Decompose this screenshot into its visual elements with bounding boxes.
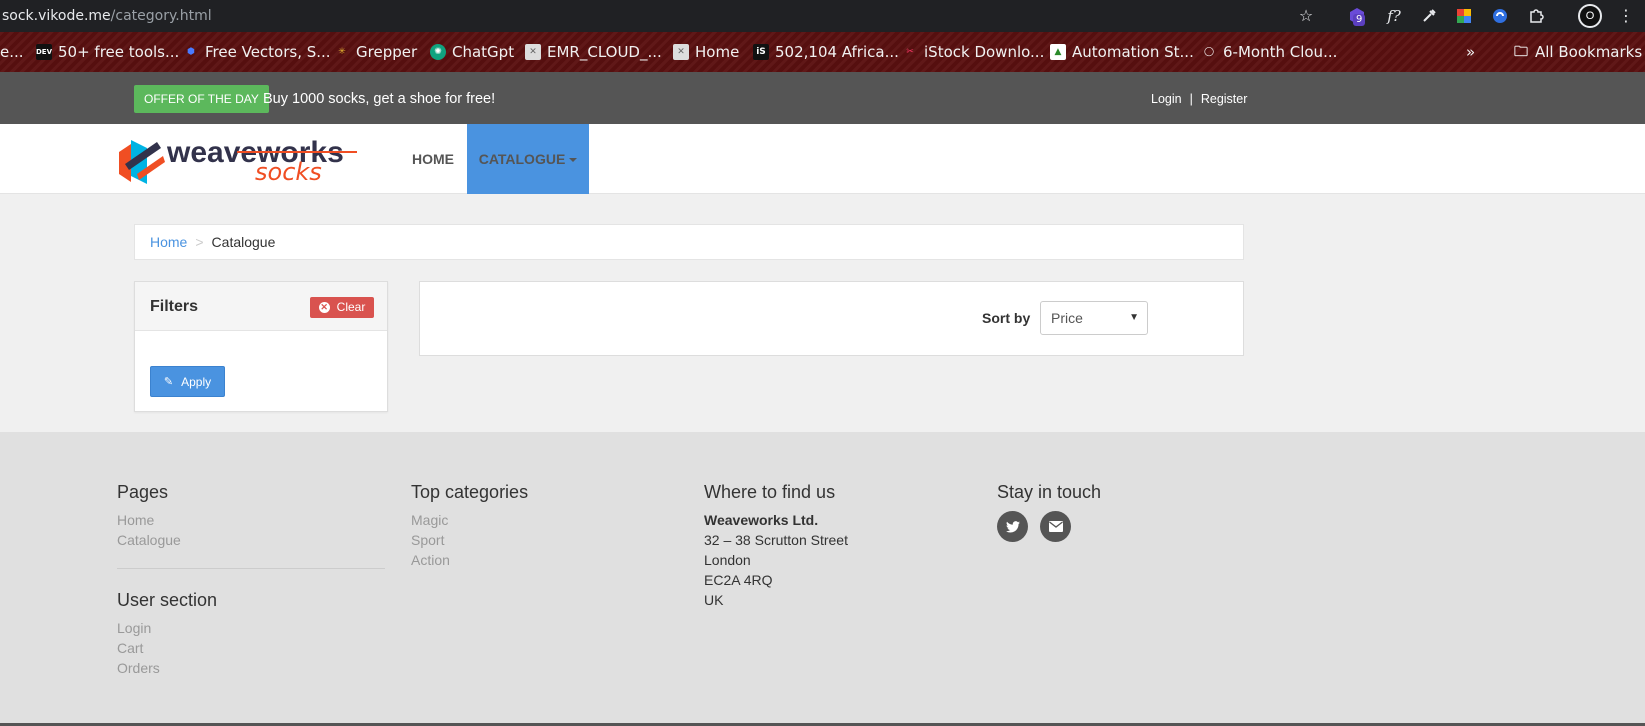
extension-badge: 9	[1353, 14, 1366, 26]
footer-stay-title: Stay in touch	[997, 482, 1102, 502]
extensions-puzzle-icon[interactable]	[1524, 4, 1548, 28]
envelope-icon[interactable]	[1040, 511, 1071, 542]
more-bookmarks-button[interactable]: »	[1466, 42, 1475, 62]
footer-categories-title: Top categories	[411, 482, 529, 502]
sort-panel: Sort by Price ▼	[419, 281, 1244, 356]
chatgpt-icon: ✺	[430, 44, 446, 60]
bookmark-item[interactable]: ⬢ Free Vectors, S...	[183, 42, 331, 62]
bookmark-item[interactable]: ▲ Automation St...	[1050, 42, 1194, 62]
footer: Pages Home Catalogue User section Login …	[0, 432, 1645, 723]
grepper-icon: ✳	[338, 47, 346, 57]
footer-orders-link[interactable]: Orders	[117, 658, 385, 678]
clear-label: Clear	[336, 300, 366, 314]
footer-user-section-title: User section	[117, 590, 218, 610]
footer-social-column: Stay in touch	[997, 480, 1101, 542]
company-name: Weaveworks Ltd.	[704, 512, 819, 528]
broken-page-icon: ✕	[673, 44, 689, 60]
logo-mark-icon: weaveworks socks	[119, 136, 357, 186]
address-line: 32 – 38 Scrutton Street	[704, 532, 848, 548]
freevectors-icon: ⬢	[187, 47, 195, 57]
footer-category-magic-link[interactable]: Magic	[411, 510, 528, 530]
bookmark-item[interactable]: e...	[0, 42, 24, 62]
footer-cart-link[interactable]: Cart	[117, 638, 385, 658]
filters-header: Filters ✕ Clear	[135, 282, 387, 331]
footer-categories-column: Top categories Magic Sport Action	[411, 480, 528, 570]
footer-catalogue-link[interactable]: Catalogue	[117, 530, 385, 550]
filters-panel: Filters ✕ Clear ✎ Apply	[134, 281, 388, 412]
logo-word-socks: socks	[255, 158, 322, 186]
link-separator: |	[1189, 92, 1193, 106]
bookmark-item[interactable]: iS 502,104 Africa...	[753, 42, 899, 62]
address-line: London	[704, 552, 751, 568]
twitter-icon[interactable]	[997, 511, 1028, 542]
content-area: Home > Catalogue Filters ✕ Clear ✎ Apply Sor…	[0, 194, 1645, 432]
footer-divider	[117, 568, 385, 569]
folder-icon: 🗀	[1514, 44, 1528, 60]
bookmark-item[interactable]: ✳ Grepper	[334, 42, 417, 62]
bookmark-item[interactable]: DEV 50+ free tools...	[36, 42, 179, 62]
bookmark-item[interactable]: ◯ 6-Month Clou...	[1201, 42, 1337, 62]
login-link[interactable]: Login	[1151, 92, 1182, 106]
all-bookmarks-button[interactable]: 🗀 All Bookmarks	[1513, 42, 1642, 62]
times-circle-icon: ✕	[318, 302, 330, 313]
sort-label: Sort by	[982, 310, 1031, 326]
sync-extension-icon[interactable]	[1488, 4, 1512, 28]
caret-down-icon	[569, 158, 578, 163]
footer-pages-column: Pages Home Catalogue User section Login …	[117, 480, 385, 678]
offer-text: Buy 1000 socks, get a shoe for free!	[263, 91, 496, 107]
offer-badge: OFFER OF THE DAY	[134, 85, 269, 113]
address-bar[interactable]: sock.vikode.me/category.html	[2, 7, 212, 25]
browser-url-bar: sock.vikode.me/category.html ☆ 9 f? O ⋮	[0, 0, 1645, 32]
bookmark-item[interactable]: ✕ Home	[673, 42, 739, 62]
url-path: /category.html	[110, 8, 212, 24]
eyedropper-icon[interactable]	[1417, 4, 1441, 28]
breadcrumb-home-link[interactable]: Home	[150, 234, 187, 250]
nav-home[interactable]: HOME	[398, 124, 468, 194]
profile-avatar[interactable]: O	[1578, 4, 1602, 28]
chevron-down-icon: ▼	[1129, 312, 1139, 323]
account-links: Login | Register	[1151, 90, 1247, 108]
main-navbar: weaveworks socks HOME CATALOGUE	[0, 124, 1645, 194]
footer-pages-title: Pages	[117, 482, 169, 502]
bookmarks-bar: e... DEV 50+ free tools... ⬢ Free Vectors,…	[0, 32, 1645, 72]
footer-home-link[interactable]: Home	[117, 510, 385, 530]
breadcrumb-separator: >	[195, 234, 204, 250]
offer-topbar: OFFER OF THE DAY Buy 1000 socks, get a s…	[0, 72, 1645, 124]
apply-label: Apply	[181, 374, 212, 389]
footer-category-action-link[interactable]: Action	[411, 550, 528, 570]
pencil-icon: ✎	[163, 376, 174, 388]
footer-where-title: Where to find us	[704, 482, 836, 502]
footer-category-sport-link[interactable]: Sport	[411, 530, 528, 550]
sort-selected-value: Price	[1051, 310, 1083, 326]
bookmark-item[interactable]: ✕ EMR_CLOUD_...	[525, 42, 662, 62]
breadcrumb-current: Catalogue	[211, 234, 276, 250]
apply-filters-button[interactable]: ✎ Apply	[150, 366, 225, 397]
weaveworks-socks-logo[interactable]: weaveworks socks	[117, 134, 357, 186]
clear-filters-button[interactable]: ✕ Clear	[310, 297, 374, 318]
sort-select[interactable]: Price ▼	[1040, 301, 1148, 335]
circle-icon: ◯	[1203, 47, 1215, 57]
footer-login-link[interactable]: Login	[117, 618, 385, 638]
dev-icon: DEV	[36, 44, 52, 60]
filters-title: Filters	[150, 298, 199, 315]
nav-catalogue-dropdown[interactable]: CATALOGUE	[467, 124, 589, 194]
url-host: sock.vikode.me	[2, 8, 111, 24]
function-extension-icon[interactable]: f?	[1382, 4, 1406, 28]
istock-download-icon: ✂	[906, 47, 914, 57]
broken-page-icon: ✕	[525, 44, 541, 60]
bookmark-item[interactable]: ✂ iStock Downlo...	[902, 42, 1044, 62]
address-line: EC2A 4RQ	[704, 572, 773, 588]
browser-menu-icon[interactable]: ⋮	[1614, 4, 1638, 28]
nav-catalogue-label: CATALOGUE	[478, 151, 566, 167]
bookmark-star-icon[interactable]: ☆	[1294, 4, 1318, 28]
breadcrumb: Home > Catalogue	[134, 224, 1244, 260]
register-link[interactable]: Register	[1201, 92, 1248, 106]
colorful-extension-icon[interactable]	[1452, 4, 1476, 28]
automation-icon: ▲	[1050, 44, 1066, 60]
istock-icon: iS	[753, 44, 769, 60]
address-line: UK	[704, 592, 724, 608]
bookmark-item[interactable]: ✺ ChatGpt	[430, 42, 514, 62]
footer-address-column: Where to find us Weaveworks Ltd. 32 – 38…	[704, 480, 848, 610]
